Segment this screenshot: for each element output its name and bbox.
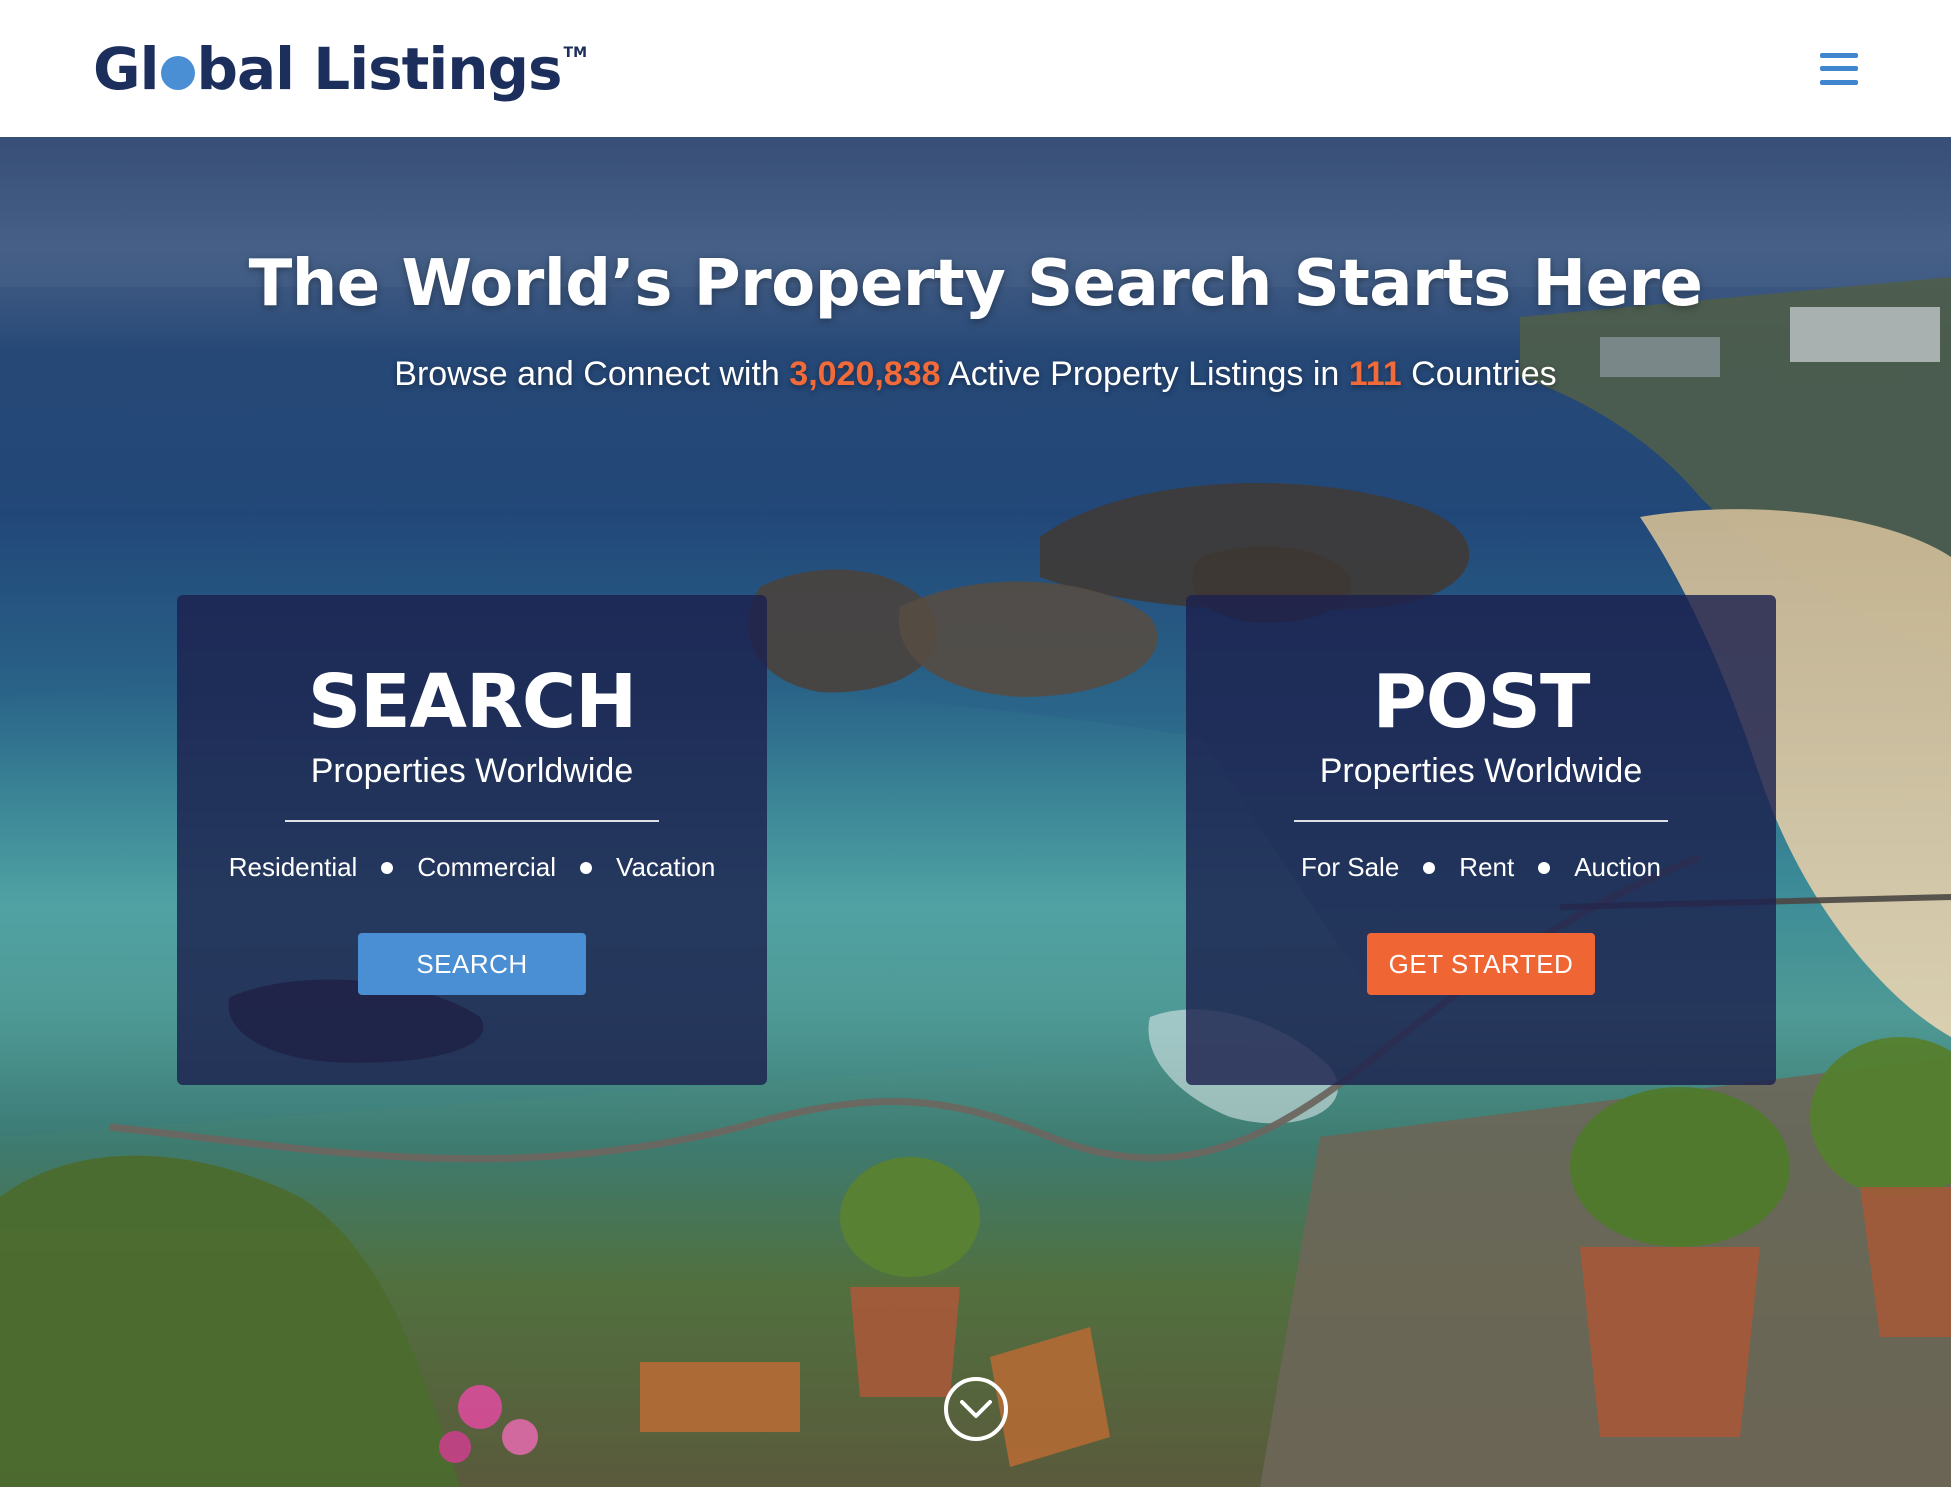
subtitle-suffix: Countries	[1401, 355, 1557, 393]
bullet-dot-icon	[1423, 861, 1436, 874]
search-card-divider	[285, 820, 659, 823]
chevron-down-circle-icon[interactable]	[944, 1377, 1008, 1441]
subtitle-prefix: Browse and Connect with	[394, 355, 790, 393]
chevron-down-icon	[960, 1400, 992, 1418]
bullet-dot-icon	[580, 861, 593, 874]
search-card-heading: SEARCH	[307, 659, 637, 745]
hamburger-menu-icon[interactable]	[1817, 47, 1861, 91]
post-card-divider	[1294, 820, 1668, 823]
search-card-types: Residential Commercial Vacation	[177, 852, 767, 883]
logo-trademark: TM	[563, 44, 588, 61]
post-card-subheading: Properties Worldwide	[1319, 752, 1643, 790]
hero-title: The World’s Property Search Starts Here	[248, 247, 1703, 321]
search-type-commercial: Commercial	[417, 852, 557, 883]
search-card: SEARCH Properties Worldwide Residential …	[177, 595, 767, 1085]
subtitle-middle: Active Property Listings in	[940, 355, 1349, 393]
logo-text-end: bal Listings	[196, 34, 563, 103]
hero-subtitle: Browse and Connect with 3,020,838 Active…	[0, 355, 1951, 394]
bullet-dot-icon	[381, 861, 394, 874]
search-button[interactable]: SEARCH	[358, 933, 586, 996]
post-card-types: For Sale Rent Auction	[1186, 852, 1776, 883]
search-type-residential: Residential	[228, 852, 358, 883]
get-started-button[interactable]: GET STARTED	[1367, 933, 1595, 996]
countries-count: 111	[1348, 355, 1402, 393]
post-type-rent: Rent	[1459, 852, 1515, 883]
search-card-subheading: Properties Worldwide	[310, 752, 634, 790]
logo-globe-dot-icon	[160, 55, 195, 90]
search-type-vacation: Vacation	[616, 852, 716, 883]
global-listings-logo[interactable]: Gl bal Listings TM	[93, 40, 587, 98]
bullet-dot-icon	[1538, 861, 1551, 874]
site-header: Gl bal Listings TM	[0, 0, 1951, 137]
post-type-for-sale: For Sale	[1301, 852, 1400, 883]
post-type-auction: Auction	[1574, 852, 1661, 883]
logo-text-start: Gl	[93, 34, 159, 103]
hero-section: The World’s Property Search Starts Here …	[0, 137, 1951, 1487]
post-card-heading: POST	[1372, 659, 1591, 745]
post-card: POST Properties Worldwide For Sale Rent …	[1186, 595, 1776, 1085]
listings-count: 3,020,838	[789, 355, 941, 393]
